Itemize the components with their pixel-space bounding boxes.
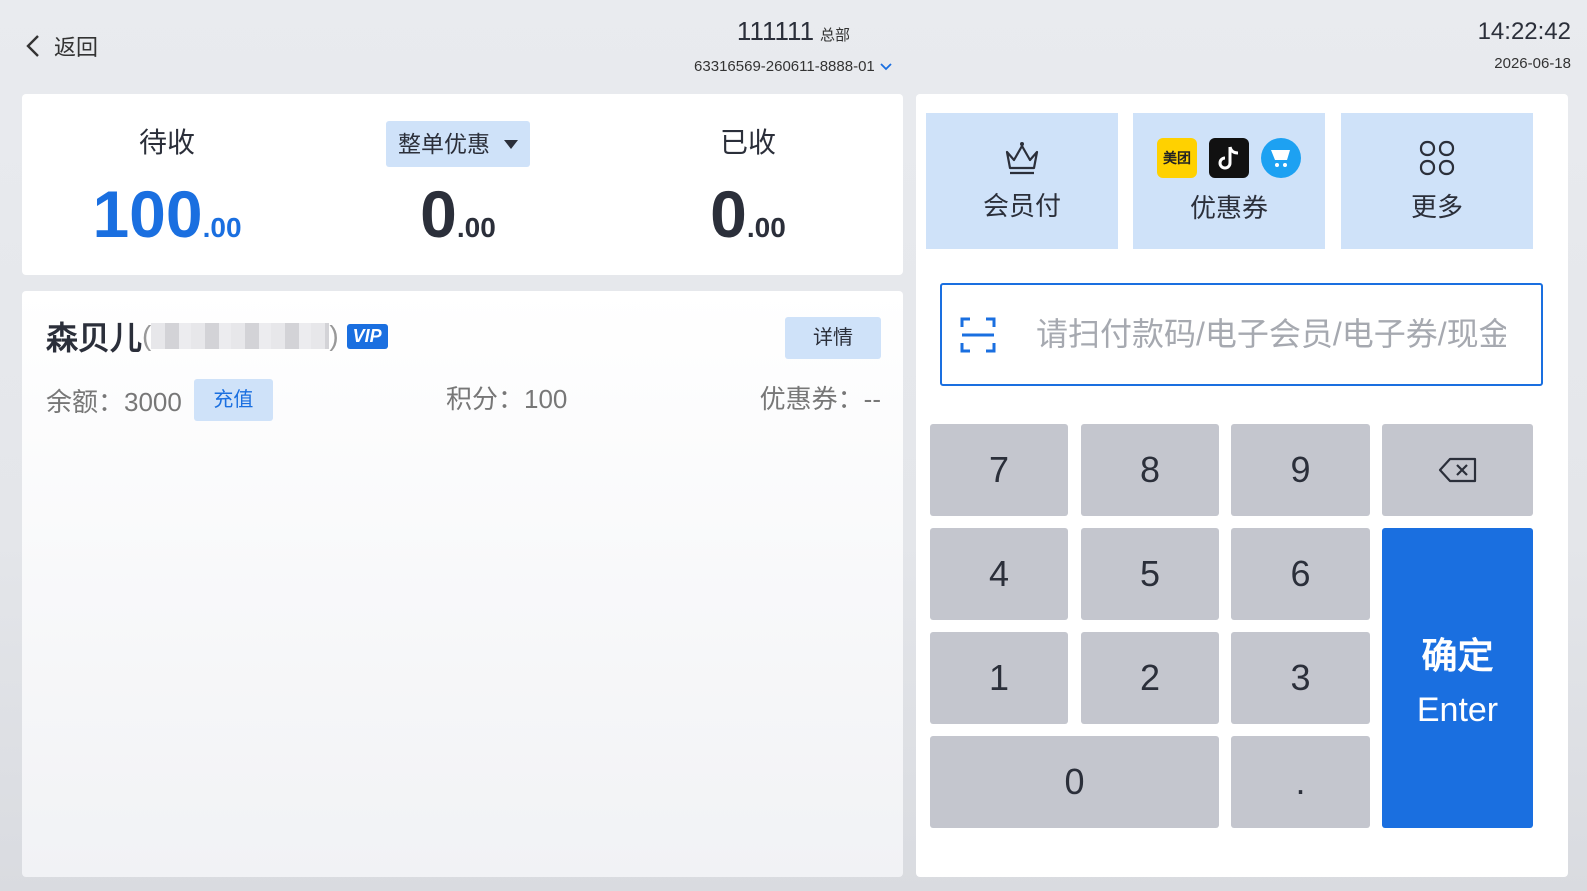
key-5[interactable]: 5: [1081, 528, 1219, 620]
douyin-logo-icon: [1209, 137, 1249, 178]
member-pay-label: 会员付: [982, 190, 1061, 221]
key-7[interactable]: 7: [930, 424, 1068, 516]
pending-int: 100: [92, 177, 203, 251]
more-label: 更多: [1410, 191, 1463, 222]
detail-button[interactable]: 详情: [785, 317, 881, 359]
amount-summary: 待收 100.00 整单优惠 0.00 已收 0.00: [22, 94, 903, 275]
member-name: 森贝儿: [46, 320, 143, 356]
current-time: 14:22:42: [1477, 18, 1571, 45]
received-label: 已收: [719, 127, 776, 158]
pending-dec: .00: [202, 212, 242, 243]
coupon-tile[interactable]: 美团 优惠券: [1133, 113, 1325, 249]
key-9[interactable]: 9: [1231, 424, 1370, 516]
crown-icon: [1005, 141, 1039, 174]
chevron-down-icon: [880, 63, 892, 71]
current-date: 2026-06-18: [1494, 55, 1571, 72]
backspace-key[interactable]: [1382, 424, 1533, 516]
caret-down-icon: [504, 139, 518, 149]
cart-logo-icon: [1261, 137, 1301, 178]
confirm-label-en: Enter: [1416, 690, 1499, 729]
payment-panel: 会员付 美团 优惠券 更多 7 8 9: [916, 94, 1568, 877]
member-pay-tile[interactable]: 会员付: [926, 113, 1118, 249]
masked-phone: [151, 323, 330, 349]
key-dot[interactable]: .: [1231, 736, 1370, 828]
pending-amount: 待收 100.00: [47, 120, 287, 252]
key-1[interactable]: 1: [930, 632, 1068, 724]
key-0[interactable]: 0: [930, 736, 1219, 828]
member-card: 森贝儿 ( ) VIP 详情 余额：3000 充值 积分：100 优惠券：--: [22, 291, 903, 877]
balance-row: 余额：3000 充值: [46, 379, 273, 421]
scan-input[interactable]: [1034, 315, 1508, 354]
paren-close: ): [329, 320, 339, 351]
coupon-count-label: 优惠券：--: [759, 384, 881, 414]
points-row: 积分：100: [446, 379, 567, 416]
order-number: 63316569-260611-8888-01: [694, 58, 875, 75]
apps-icon: [1419, 140, 1455, 175]
balance-label: 余额：3000: [46, 386, 182, 417]
discount-label: 整单优惠: [398, 131, 490, 157]
received-int: 0: [710, 177, 747, 251]
coupon-row: 优惠券：--: [760, 379, 881, 416]
discount-dec: .00: [456, 212, 496, 243]
points-label: 积分：100: [446, 384, 568, 414]
store-tag: 总部: [820, 27, 851, 44]
received-amount: 已收 0.00: [628, 120, 868, 252]
clock: 14:22:42 2026-06-18: [1478, 18, 1571, 72]
paren-open: (: [142, 320, 152, 351]
pending-label: 待收: [138, 127, 195, 158]
key-2[interactable]: 2: [1081, 632, 1219, 724]
coupon-label: 优惠券: [1189, 192, 1268, 223]
member-name-row: 森贝儿 ( ) VIP: [46, 313, 388, 359]
store-name: 111111: [736, 16, 815, 46]
recharge-button[interactable]: 充值: [193, 379, 273, 421]
key-4[interactable]: 4: [930, 528, 1068, 620]
key-8[interactable]: 8: [1081, 424, 1219, 516]
scan-icon: [960, 317, 996, 352]
discount-amount: 整单优惠 0.00: [338, 120, 578, 252]
key-3[interactable]: 3: [1231, 632, 1370, 724]
key-6[interactable]: 6: [1231, 528, 1370, 620]
store-title: 111111 总部: [0, 16, 1587, 47]
order-number-selector[interactable]: 63316569-260611-8888-01: [0, 58, 1587, 75]
discount-dropdown[interactable]: 整单优惠: [386, 121, 530, 167]
scan-input-box[interactable]: [940, 283, 1543, 386]
more-tile[interactable]: 更多: [1341, 113, 1533, 249]
discount-int: 0: [420, 177, 457, 251]
meituan-logo-icon: 美团: [1157, 137, 1197, 178]
received-dec: .00: [746, 212, 786, 243]
vip-badge: VIP: [346, 323, 388, 349]
confirm-label-zh: 确定: [1421, 634, 1494, 676]
backspace-icon: [1438, 457, 1476, 483]
confirm-enter-button[interactable]: 确定 Enter: [1382, 528, 1533, 828]
